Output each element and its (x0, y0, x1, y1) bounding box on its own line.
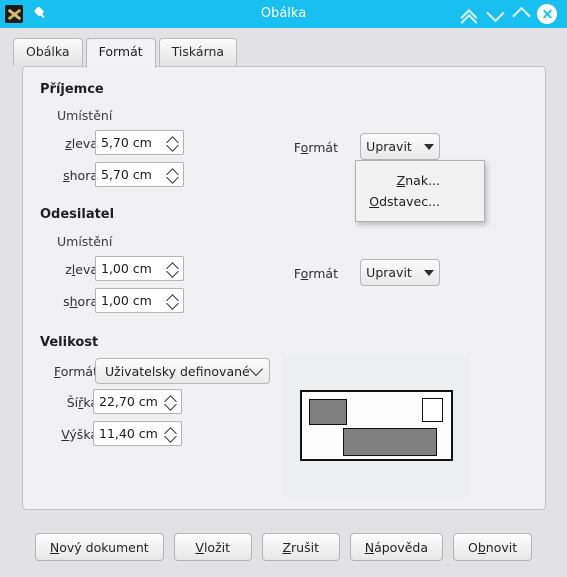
chevron-down-icon (423, 143, 434, 150)
sender-format-label: Formát (293, 266, 338, 281)
recipient-top-spinner[interactable]: 5,70 cm (95, 162, 184, 187)
dialog-button-row: Nový dokument Vložit Zrušit Nápověda Obn… (0, 533, 567, 561)
tab-bar: Obálka Formát Tiskárna (13, 38, 238, 68)
size-width-value: 22,70 cm (99, 394, 158, 409)
window-titlebar: Obálka (0, 0, 567, 31)
sender-left-spinner[interactable]: 1,00 cm (95, 256, 184, 281)
chevron-down-icon (248, 361, 264, 377)
recipient-top-value: 5,70 cm (101, 167, 152, 182)
sender-top-value: 1,00 cm (101, 293, 152, 308)
sender-format-dropdown[interactable]: Upravit (360, 259, 440, 286)
size-width-spinner[interactable]: 22,70 cm (93, 389, 182, 414)
size-format-value: Uživatelsky definované (105, 363, 250, 379)
menu-item-odstavec[interactable]: Odstavec... (356, 191, 484, 212)
titlebar-left-icons (0, 5, 47, 23)
size-height-value: 11,40 cm (99, 426, 158, 441)
envelope-format-dialog: Obálka Obálka Formát Tiskárna Příjemce U… (0, 0, 567, 577)
tab-format[interactable]: Formát (85, 38, 156, 68)
insert-button[interactable]: Vložit (173, 533, 252, 561)
help-button[interactable]: Nápověda (349, 533, 443, 561)
close-icon[interactable] (535, 2, 559, 26)
spinner-arrows-icon[interactable] (163, 131, 183, 154)
size-group-title: Velikost (40, 335, 99, 350)
recipient-format-label: Formát (293, 140, 338, 155)
sender-position-label: Umístění (57, 234, 113, 249)
spinner-arrows-icon[interactable] (163, 257, 183, 280)
reset-button[interactable]: Ob novit (453, 533, 533, 561)
sender-format-dropdown-label: Upravit (366, 265, 412, 280)
recipient-position-label: Umístění (57, 108, 113, 123)
menu-item-znak[interactable]: Znak... (356, 170, 484, 191)
sender-block (309, 399, 347, 425)
size-format-label: Formát (53, 364, 98, 379)
size-format-combobox[interactable]: Uživatelsky definované (95, 358, 270, 384)
chevron-down-icon (423, 269, 434, 276)
shade-icon[interactable] (457, 2, 481, 31)
maximize-icon[interactable] (509, 2, 533, 26)
spinner-arrows-icon[interactable] (161, 422, 181, 445)
recipient-left-spinner[interactable]: 5,70 cm (95, 130, 184, 155)
sender-top-label: shora (63, 294, 98, 309)
cancel-button[interactable]: Zrušit (261, 533, 340, 561)
sender-left-label: zleva (65, 262, 98, 277)
size-width-label: Šířka (66, 395, 98, 410)
recipient-group-title: Příjemce (40, 82, 104, 97)
size-height-label: Výška (61, 427, 98, 442)
recipient-block (343, 428, 437, 456)
size-height-spinner[interactable]: 11,40 cm (93, 421, 182, 446)
recipient-format-dropdown[interactable]: Upravit (360, 133, 440, 160)
spinner-arrows-icon[interactable] (163, 163, 183, 186)
tab-obalka[interactable]: Obálka (13, 38, 83, 66)
envelope-preview (283, 355, 470, 497)
stamp-block (422, 398, 443, 422)
window-controls (457, 2, 567, 31)
recipient-left-value: 5,70 cm (101, 135, 152, 150)
recipient-format-dropdown-label: Upravit (366, 139, 412, 154)
sender-group-title: Odesilatel (40, 207, 115, 222)
recipient-top-label: shora (63, 168, 98, 183)
sender-left-value: 1,00 cm (101, 261, 152, 276)
spinner-arrows-icon[interactable] (163, 289, 183, 312)
recipient-left-label: zleva (65, 136, 98, 151)
new-document-button[interactable]: Nový dokument (34, 533, 164, 561)
spinner-arrows-icon[interactable] (161, 390, 181, 413)
writer-icon (5, 5, 23, 23)
tab-tiskarna[interactable]: Tiskárna (158, 38, 238, 66)
envelope-outline (300, 390, 453, 461)
pin-icon[interactable] (31, 6, 47, 22)
minimize-icon[interactable] (483, 2, 507, 26)
sender-top-spinner[interactable]: 1,00 cm (95, 288, 184, 313)
format-popup-menu: Znak... Odstavec... (355, 160, 485, 222)
